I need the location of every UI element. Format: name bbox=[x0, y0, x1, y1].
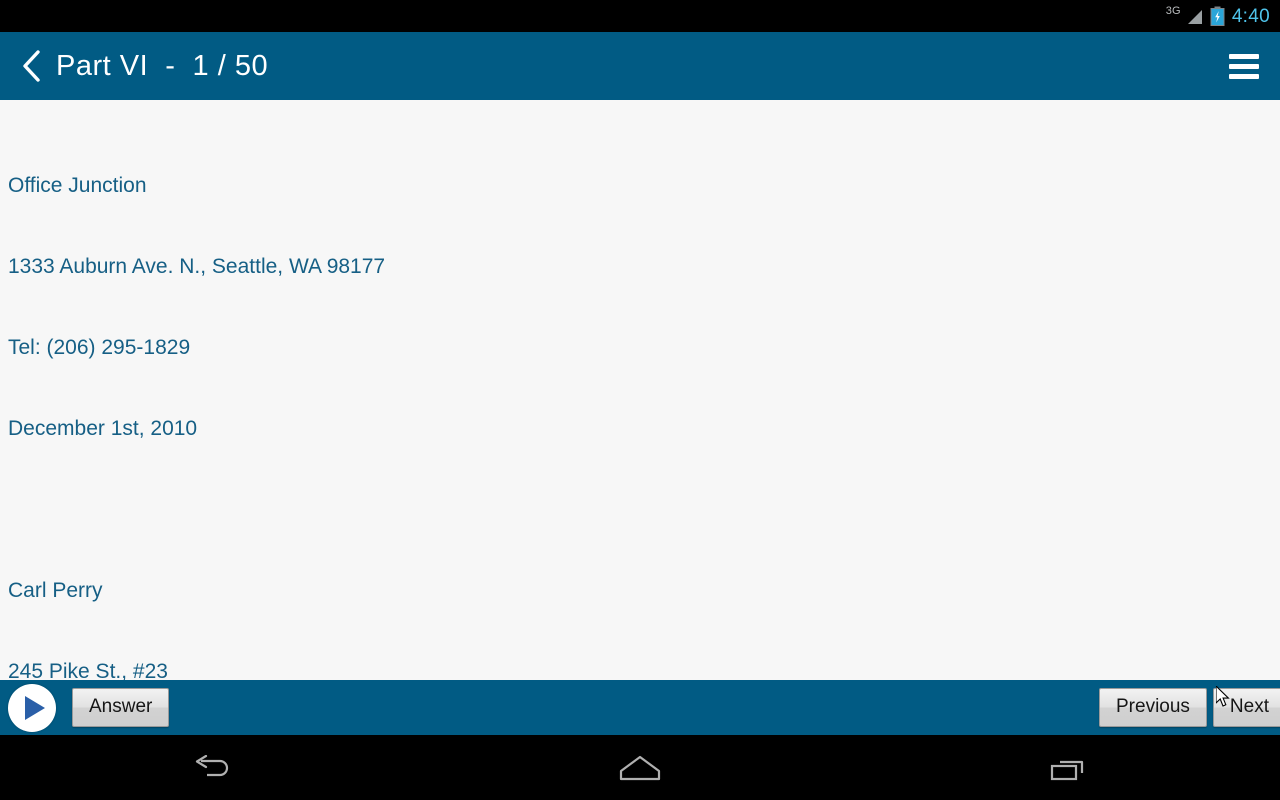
play-icon[interactable] bbox=[8, 683, 56, 732]
next-button[interactable]: Next bbox=[1212, 688, 1280, 727]
letter-company: Office Junction bbox=[8, 174, 147, 197]
nav-home-icon[interactable] bbox=[580, 740, 700, 795]
letter-address: 1333 Auburn Ave. N., Seattle, WA 98177 bbox=[8, 255, 386, 278]
letter-telephone: Tel: (206) 295-1829 bbox=[8, 336, 191, 359]
hamburger-line bbox=[1229, 73, 1259, 79]
hamburger-menu-icon[interactable] bbox=[1222, 44, 1266, 88]
back-chevron-icon[interactable] bbox=[12, 46, 52, 86]
clock-label: 4:40 bbox=[1231, 5, 1270, 27]
page-title: Part VI - 1 / 50 bbox=[56, 49, 269, 82]
status-bar: 3G 4:40 bbox=[0, 0, 1280, 32]
hamburger-line bbox=[1229, 63, 1259, 69]
battery-charging-icon bbox=[1210, 6, 1225, 26]
previous-button[interactable]: Previous bbox=[1099, 688, 1207, 727]
letter-recipient-name: Carl Perry bbox=[8, 579, 103, 602]
play-triangle bbox=[24, 695, 45, 720]
nav-recents-icon[interactable] bbox=[1007, 740, 1127, 795]
letter-recipient-street: 245 Pike St., #23 bbox=[8, 660, 168, 680]
nav-back-icon[interactable] bbox=[153, 740, 273, 795]
signal-bars-icon bbox=[1187, 10, 1202, 24]
answer-button[interactable]: Answer bbox=[72, 688, 170, 727]
letter-body: Office Junction 1333 Auburn Ave. N., Sea… bbox=[0, 100, 1280, 680]
hamburger-line bbox=[1229, 53, 1259, 59]
action-bar: Part VI - 1 / 50 bbox=[0, 32, 1280, 100]
bottom-toolbar: Answer Previous Next bbox=[0, 680, 1280, 735]
letter-date: December 1st, 2010 bbox=[8, 417, 198, 440]
network-type-label: 3G bbox=[1165, 4, 1181, 17]
android-nav-bar bbox=[0, 735, 1280, 800]
letter-spacer bbox=[8, 496, 1280, 523]
app-root: 3G 4:40 Part VI - 1 / 50 Office Junction bbox=[0, 0, 1280, 800]
question-content: Office Junction 1333 Auburn Ave. N., Sea… bbox=[0, 100, 1280, 680]
